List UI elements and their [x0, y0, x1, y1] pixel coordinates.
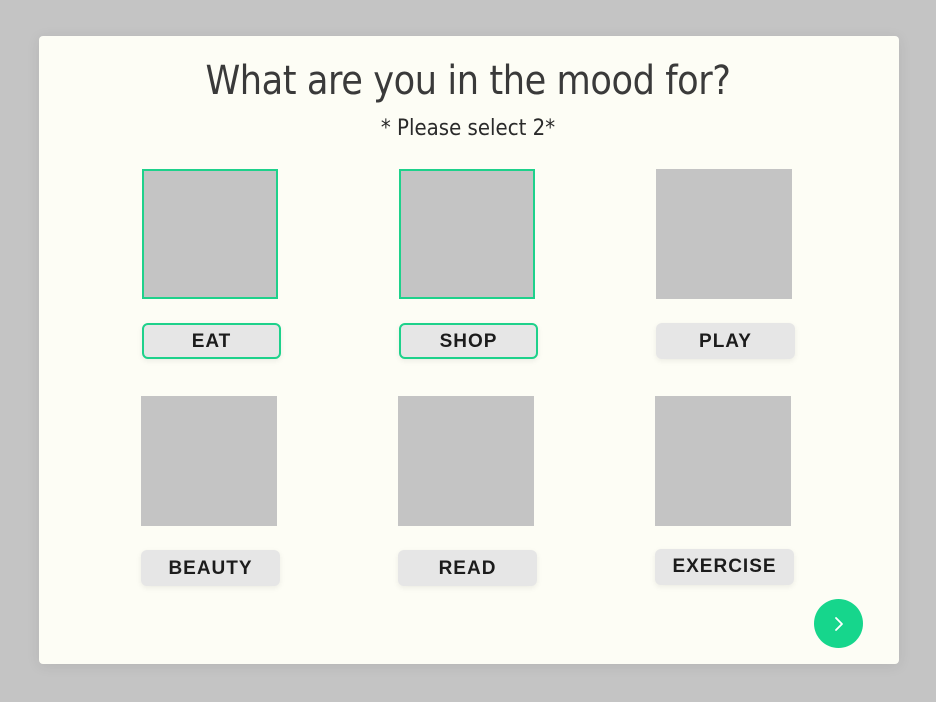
option-image-eat[interactable] — [142, 169, 278, 299]
option-button-eat[interactable]: EAT — [142, 323, 281, 359]
option-button-exercise[interactable]: EXERCISE — [655, 549, 794, 585]
page-subtitle: * Please select 2* — [380, 116, 556, 141]
option-button-read[interactable]: READ — [398, 550, 537, 586]
next-button[interactable] — [814, 599, 863, 648]
option-image-read[interactable] — [398, 396, 534, 526]
option-button-play[interactable]: PLAY — [656, 323, 795, 359]
page-title: What are you in the mood for? — [205, 58, 731, 104]
option-button-shop[interactable]: SHOP — [399, 323, 538, 359]
option-image-shop[interactable] — [399, 169, 535, 299]
option-image-play[interactable] — [656, 169, 792, 299]
option-button-beauty[interactable]: BEAUTY — [141, 550, 280, 586]
option-image-exercise[interactable] — [655, 396, 791, 526]
option-image-beauty[interactable] — [141, 396, 277, 526]
chevron-right-icon — [834, 616, 843, 631]
